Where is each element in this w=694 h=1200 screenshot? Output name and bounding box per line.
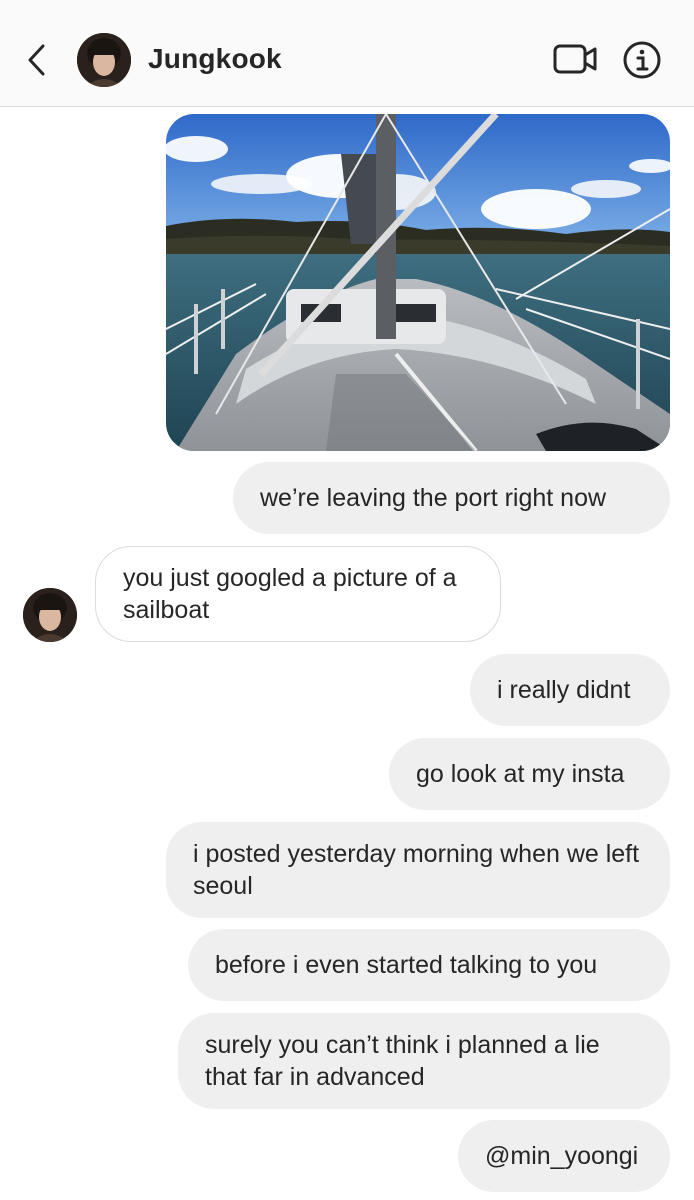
message-text: i posted yesterday morning when we left …	[193, 840, 640, 900]
message-text: you just googled a picture of a sailboat	[123, 564, 457, 624]
sailboat-photo-image	[166, 114, 670, 451]
message-text: we’re leaving the port right now	[260, 484, 607, 512]
message-bubble-sent[interactable]: go look at my insta	[389, 738, 670, 810]
back-button[interactable]	[22, 40, 52, 80]
info-button[interactable]	[622, 40, 662, 80]
info-icon	[623, 41, 661, 79]
message-text: surely you can’t think i planned a lie t…	[205, 1031, 600, 1091]
contact-avatar-small[interactable]	[23, 588, 77, 642]
avatar-image	[23, 588, 77, 642]
message-bubble-sent[interactable]: we’re leaving the port right now	[233, 462, 670, 534]
chevron-left-icon	[28, 44, 45, 76]
contact-avatar[interactable]	[77, 33, 131, 87]
message-text: i really didnt	[497, 676, 631, 704]
message-text: go look at my insta	[416, 760, 625, 788]
sent-photo-sailboat[interactable]	[166, 114, 670, 451]
video-camera-icon	[553, 44, 597, 74]
contact-name[interactable]: Jungkook	[148, 43, 282, 75]
video-call-button[interactable]	[553, 41, 599, 77]
message-bubble-sent[interactable]: before i even started talking to you	[188, 929, 670, 1001]
message-bubble-received[interactable]: you just googled a picture of a sailboat	[95, 546, 501, 642]
message-bubble-sent[interactable]: surely you can’t think i planned a lie t…	[178, 1013, 670, 1109]
message-bubble-sent[interactable]: i posted yesterday morning when we left …	[166, 822, 670, 918]
message-text: before i even started talking to you	[215, 951, 598, 979]
message-bubble-sent[interactable]: @min_yoongi	[458, 1120, 670, 1192]
avatar-image	[77, 33, 131, 87]
chat-header: Jungkook	[0, 0, 694, 107]
message-bubble-sent[interactable]: i really didnt	[470, 654, 670, 726]
message-text: @min_yoongi	[485, 1142, 639, 1170]
